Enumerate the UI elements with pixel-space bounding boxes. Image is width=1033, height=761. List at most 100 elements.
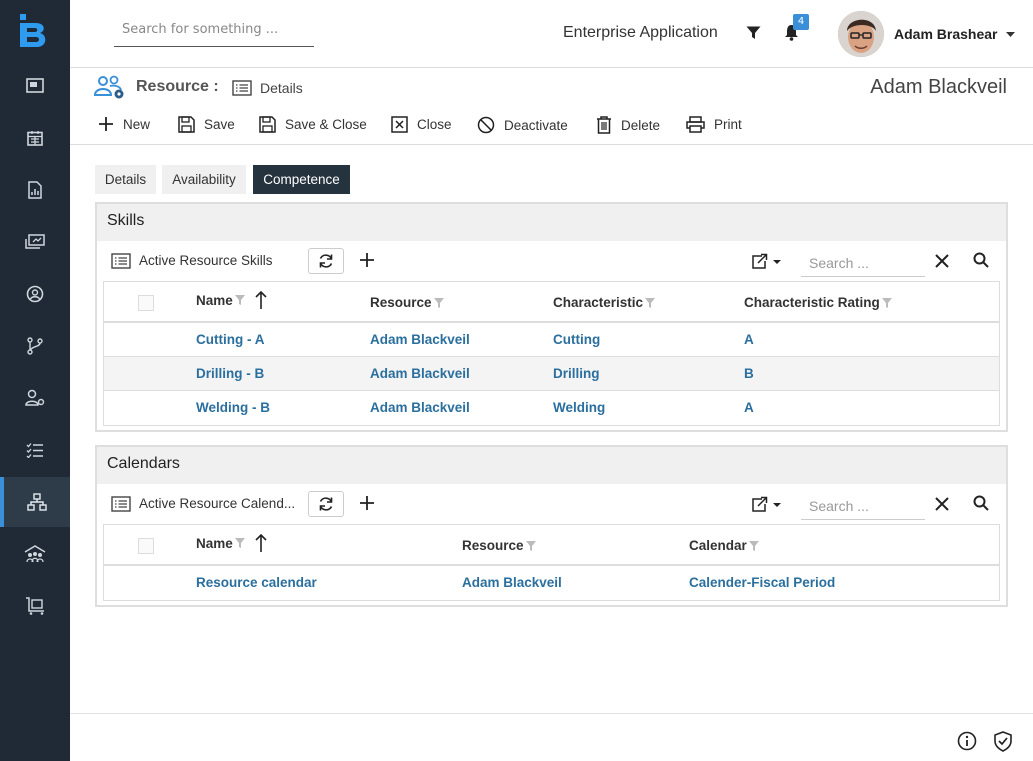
cell-rating[interactable]: B — [744, 366, 754, 381]
column-header-resource[interactable]: Resource — [462, 538, 536, 553]
filter-icon[interactable] — [433, 297, 444, 308]
calendars-add-button[interactable] — [359, 495, 375, 511]
security-button[interactable] — [993, 731, 1013, 752]
cell-characteristic[interactable]: Drilling — [553, 366, 600, 381]
sort-ascending-icon[interactable] — [253, 533, 269, 553]
sidebar-item-dashboard[interactable] — [0, 61, 70, 111]
save-and-close-button[interactable]: Save & Close — [259, 116, 367, 133]
cell-characteristic[interactable]: Cutting — [553, 332, 600, 347]
app-name[interactable]: Enterprise Application — [563, 24, 718, 42]
close-button[interactable]: Close — [391, 116, 452, 133]
top-bar: Search for something ... Enterprise Appl… — [70, 0, 1033, 68]
sidebar-item-reports[interactable] — [0, 165, 70, 215]
skills-refresh-button[interactable] — [308, 248, 344, 274]
table-row[interactable]: Cutting - A Adam Blackveil Cutting A — [104, 323, 999, 357]
info-button[interactable] — [957, 731, 977, 751]
filter-button[interactable] — [746, 26, 761, 40]
filter-icon[interactable] — [234, 295, 245, 305]
skills-search-button[interactable] — [973, 252, 989, 268]
filter-icon[interactable] — [748, 540, 759, 551]
skills-clear-search-button[interactable] — [934, 253, 950, 269]
sidebar-item-organization[interactable] — [0, 477, 70, 527]
shield-check-icon — [994, 731, 1012, 752]
column-label: Characteristic Rating — [744, 295, 880, 310]
export-icon — [752, 253, 781, 269]
print-button[interactable]: Print — [686, 116, 742, 133]
tab-details[interactable]: Details — [95, 165, 156, 194]
filter-icon[interactable] — [234, 538, 245, 548]
sidebar-item-calendar[interactable] — [0, 113, 70, 163]
column-label: Name — [196, 292, 233, 308]
column-label: Resource — [462, 538, 524, 553]
cell-name[interactable]: Cutting - A — [196, 332, 264, 347]
tab-competence[interactable]: Competence — [253, 165, 350, 194]
cell-calendar[interactable]: Calender-Fiscal Period — [689, 575, 835, 590]
delete-button[interactable]: Delete — [596, 116, 660, 134]
close-icon — [935, 254, 949, 268]
cell-resource[interactable]: Adam Blackveil — [370, 332, 470, 347]
deactivate-button[interactable]: Deactivate — [477, 116, 568, 134]
cell-rating[interactable]: A — [744, 400, 754, 415]
skills-add-button[interactable] — [359, 252, 375, 268]
select-all-checkbox[interactable] — [138, 295, 154, 311]
calendars-clear-search-button[interactable] — [934, 496, 950, 512]
cell-rating[interactable]: A — [744, 332, 754, 347]
cell-characteristic[interactable]: Welding — [553, 400, 605, 415]
save-and-close-label: Save & Close — [285, 117, 367, 132]
calendars-export-button[interactable] — [752, 496, 782, 512]
cell-name[interactable]: Resource calendar — [196, 575, 317, 590]
cell-resource[interactable]: Adam Blackveil — [462, 575, 562, 590]
cell-resource[interactable]: Adam Blackveil — [370, 366, 470, 381]
skills-view-name[interactable]: Active Resource Skills — [139, 253, 273, 268]
sidebar-item-tasks[interactable] — [0, 425, 70, 475]
team-icon — [24, 545, 46, 563]
global-search-input[interactable]: Search for something ... — [114, 20, 314, 47]
table-row[interactable]: Drilling - B Adam Blackveil Drilling B — [104, 357, 999, 391]
skills-panel: Skills Active Resource Skills Search ...… — [95, 202, 1008, 432]
sidebar-item-finance[interactable] — [0, 217, 70, 267]
user-menu-caret[interactable] — [1006, 32, 1015, 37]
export-icon — [752, 496, 781, 512]
form-name[interactable]: Details — [260, 80, 303, 96]
column-header-name[interactable]: Name — [196, 290, 269, 310]
calendars-view-name[interactable]: Active Resource Calend... — [139, 496, 295, 511]
column-header-calendar[interactable]: Calendar — [689, 538, 759, 553]
table-row[interactable]: Resource calendar Adam Blackveil Calende… — [104, 566, 999, 600]
sidebar-item-workflow[interactable] — [0, 321, 70, 371]
filter-icon — [746, 26, 761, 39]
user-name[interactable]: Adam Brashear — [894, 26, 998, 42]
save-close-icon — [259, 116, 276, 133]
filter-icon[interactable] — [645, 297, 656, 308]
avatar[interactable] — [838, 11, 884, 57]
cell-resource[interactable]: Adam Blackveil — [370, 400, 470, 415]
table-row[interactable]: Welding - B Adam Blackveil Welding A — [104, 391, 999, 425]
select-all-checkbox[interactable] — [138, 538, 154, 554]
column-header-resource[interactable]: Resource — [370, 295, 444, 310]
sidebar-item-contacts[interactable] — [0, 269, 70, 319]
column-header-name[interactable]: Name — [196, 533, 269, 553]
tab-availability[interactable]: Availability — [162, 165, 246, 194]
new-button[interactable]: New — [98, 116, 150, 132]
calendars-search-input[interactable]: Search ... — [801, 490, 925, 520]
printer-icon — [686, 116, 705, 133]
filter-icon[interactable] — [881, 297, 892, 308]
cell-name[interactable]: Drilling - B — [196, 366, 264, 381]
calendars-refresh-button[interactable] — [308, 491, 344, 517]
cell-name[interactable]: Welding - B — [196, 400, 270, 415]
skills-view-selector[interactable] — [111, 253, 131, 269]
skills-search-input[interactable]: Search ... — [801, 247, 925, 277]
refresh-icon — [319, 254, 333, 268]
app-logo[interactable] — [18, 12, 52, 50]
column-header-characteristic[interactable]: Characteristic — [553, 295, 656, 310]
calendars-view-selector[interactable] — [111, 496, 131, 512]
column-header-characteristic-rating[interactable]: Characteristic Rating — [744, 295, 892, 310]
sidebar-item-team[interactable] — [0, 529, 70, 579]
form-selector[interactable] — [232, 80, 252, 96]
sort-ascending-icon[interactable] — [253, 290, 269, 310]
save-button[interactable]: Save — [178, 116, 235, 133]
calendars-search-button[interactable] — [973, 495, 989, 511]
skills-export-button[interactable] — [752, 253, 782, 269]
sidebar-item-warehouse[interactable] — [0, 581, 70, 631]
sidebar-item-resources[interactable] — [0, 373, 70, 423]
filter-icon[interactable] — [525, 540, 536, 551]
